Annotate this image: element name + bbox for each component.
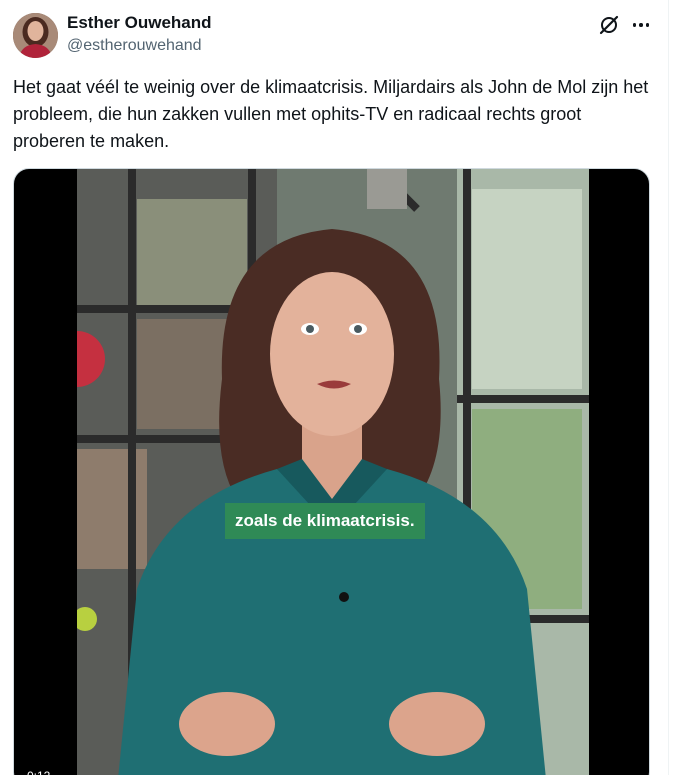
tweet-card[interactable]: Esther Ouwehand @estherouwehand Het gaat…	[0, 0, 668, 775]
video-frame	[77, 169, 589, 775]
video-player[interactable]: zoals de klimaatcrisis. 0:12	[13, 168, 650, 775]
video-timestamp: 0:12	[22, 767, 56, 775]
author-display-name[interactable]: Esther Ouwehand	[67, 13, 212, 33]
video-caption: zoals de klimaatcrisis.	[225, 503, 425, 539]
timeline-divider	[668, 0, 669, 775]
profile-photo-icon	[13, 13, 58, 58]
tweet-text: Het gaat véél te weinig over de klimaatc…	[13, 77, 649, 151]
grok-icon[interactable]	[598, 14, 620, 36]
author-avatar[interactable]	[13, 13, 58, 58]
more-options-icon[interactable]	[630, 14, 652, 36]
author-handle[interactable]: @estherouwehand	[67, 36, 202, 56]
